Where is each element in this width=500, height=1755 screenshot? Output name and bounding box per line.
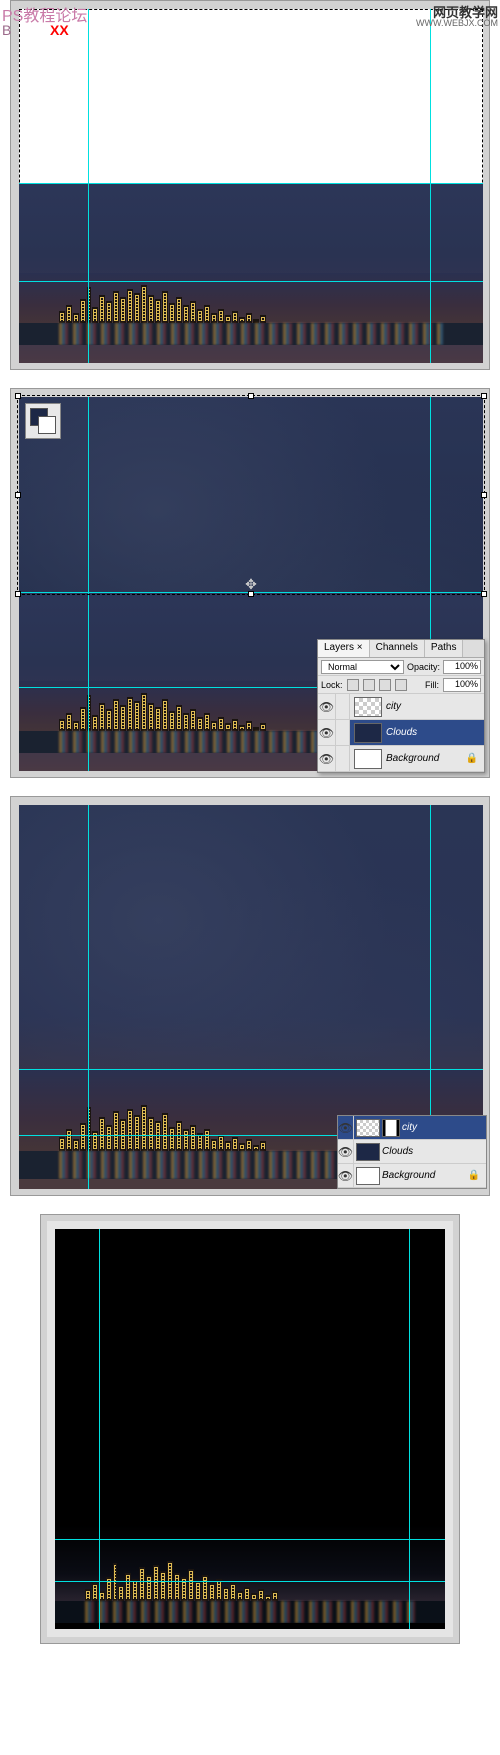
layer-name[interactable]: Background xyxy=(382,1170,435,1181)
layer-thumbnail[interactable] xyxy=(354,749,382,769)
layer-row[interactable]: 👁 city xyxy=(338,1116,486,1140)
layer-row[interactable]: 👁 Background 🔒 xyxy=(338,1164,486,1188)
layer-thumbnail[interactable] xyxy=(356,1167,380,1185)
visibility-eye-icon[interactable]: 👁 xyxy=(318,746,336,771)
layer-row[interactable]: 👁 Clouds xyxy=(318,720,484,746)
watermark-xx: XX xyxy=(50,22,69,38)
watermark-b: B xyxy=(2,22,11,38)
fill-input[interactable]: 100% xyxy=(443,678,481,692)
visibility-eye-icon[interactable]: 👁 xyxy=(318,694,336,719)
lock-position-icon[interactable] xyxy=(379,679,391,691)
layer-name[interactable]: Clouds xyxy=(382,1146,413,1157)
layer-mask-thumbnail[interactable] xyxy=(382,1119,400,1137)
layer-name[interactable]: Background xyxy=(386,753,439,764)
visibility-eye-icon[interactable]: 👁 xyxy=(338,1140,354,1163)
layer-name[interactable]: city xyxy=(386,701,401,712)
screenshot-step-1 xyxy=(10,0,490,370)
lock-icon: 🔒 xyxy=(466,753,478,764)
blend-mode-select[interactable]: Normal xyxy=(321,660,404,674)
canvas[interactable] xyxy=(19,9,483,363)
layer-name[interactable]: Clouds xyxy=(386,727,417,738)
guide-horizontal[interactable] xyxy=(19,281,483,282)
lock-transparency-icon[interactable] xyxy=(347,679,359,691)
visibility-eye-icon[interactable]: 👁 xyxy=(338,1164,354,1187)
tab-channels[interactable]: Channels xyxy=(370,640,425,657)
layer-thumbnail[interactable] xyxy=(356,1143,380,1161)
lock-label: Lock: xyxy=(321,680,343,690)
canvas[interactable] xyxy=(55,1229,445,1629)
lock-icon: 🔒 xyxy=(468,1170,480,1181)
guide-vertical[interactable] xyxy=(88,9,89,363)
watermark-top-left: PS教程论坛 xyxy=(2,2,87,26)
guide-horizontal[interactable] xyxy=(55,1539,445,1540)
tab-layers[interactable]: Layers × xyxy=(318,640,370,657)
layer-name[interactable]: city xyxy=(402,1122,417,1133)
layers-panel-mini: 👁 city 👁 Clouds 👁 Background 🔒 xyxy=(337,1115,487,1189)
screenshot-step-3: 👁 city 👁 Clouds 👁 Background 🔒 xyxy=(10,796,490,1196)
layer-thumbnail[interactable] xyxy=(356,1119,380,1137)
guide-horizontal[interactable] xyxy=(19,592,483,593)
guide-vertical[interactable] xyxy=(88,805,89,1189)
screenshot-step-4 xyxy=(40,1214,460,1644)
lock-all-icon[interactable] xyxy=(395,679,407,691)
guide-vertical[interactable] xyxy=(99,1229,100,1629)
layer-row[interactable]: 👁 Background 🔒 xyxy=(318,746,484,772)
visibility-eye-icon[interactable]: 👁 xyxy=(338,1116,354,1139)
lock-pixels-icon[interactable] xyxy=(363,679,375,691)
visibility-eye-icon[interactable]: 👁 xyxy=(318,720,336,745)
tab-paths[interactable]: Paths xyxy=(425,640,464,657)
guide-horizontal[interactable] xyxy=(55,1581,445,1582)
guide-horizontal[interactable] xyxy=(19,1069,483,1070)
layer-thumbnail[interactable] xyxy=(354,697,382,717)
layers-panel: Layers × Channels Paths Normal Opacity: … xyxy=(317,639,485,773)
layer-row[interactable]: 👁 Clouds xyxy=(338,1140,486,1164)
guide-vertical[interactable] xyxy=(88,397,89,771)
background-color-swatch[interactable] xyxy=(38,416,56,434)
panel-tabs: Layers × Channels Paths xyxy=(318,640,484,658)
fill-label: Fill: xyxy=(425,680,439,690)
watermark-top-right-url: WWW.WEBJX.COM xyxy=(416,18,498,28)
move-cursor-icon: ✥ xyxy=(244,577,258,591)
opacity-input[interactable]: 100% xyxy=(443,660,481,674)
guide-vertical[interactable] xyxy=(430,9,431,363)
color-swatch-tool[interactable] xyxy=(25,403,61,439)
layer-row[interactable]: 👁 city xyxy=(318,694,484,720)
opacity-label: Opacity: xyxy=(407,662,440,672)
guide-vertical[interactable] xyxy=(409,1229,410,1629)
layer-thumbnail[interactable] xyxy=(354,723,382,743)
guide-horizontal[interactable] xyxy=(19,183,483,184)
screenshot-step-2: ✥ Layers × Channels Paths Normal Opacity… xyxy=(10,388,490,778)
